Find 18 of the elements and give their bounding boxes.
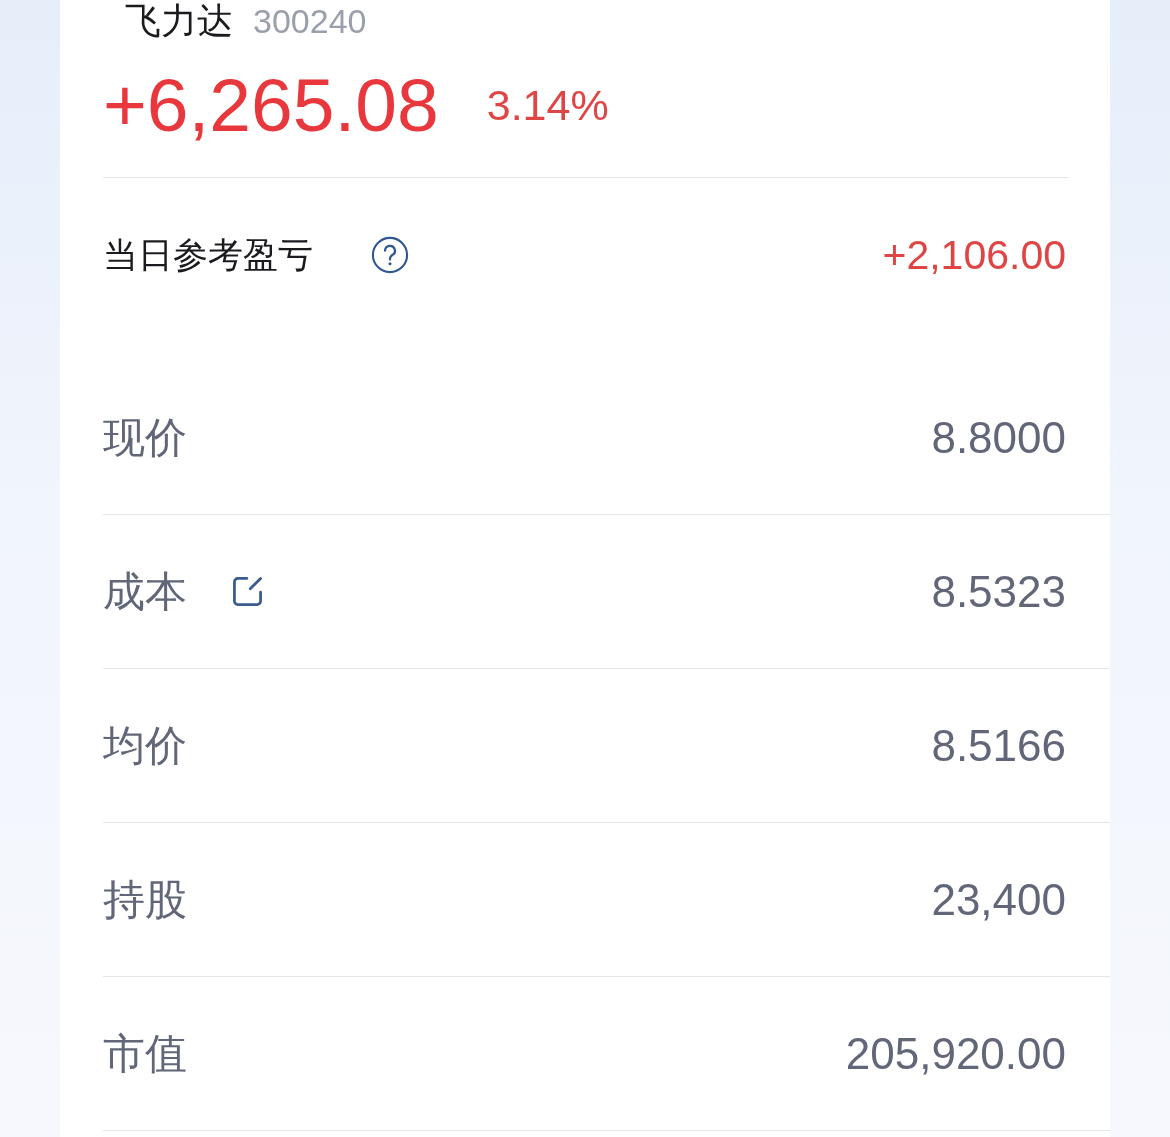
detail-label: 现价 [103, 413, 187, 462]
detail-label: 市值 [103, 1029, 187, 1078]
detail-label: 均价 [103, 721, 187, 770]
help-icon[interactable] [371, 236, 409, 274]
detail-label: 成本 [103, 567, 187, 616]
detail-value: 23,400 [931, 875, 1066, 924]
detail-value: 8.8000 [931, 413, 1066, 462]
detail-label: 持股 [103, 875, 187, 924]
detail-value: 205,920.00 [845, 1029, 1066, 1078]
stock-name: 飞力达 [125, 0, 233, 42]
stock-code: 300240 [253, 1, 367, 42]
daily-profit-label: 当日参考盈亏 [103, 235, 313, 276]
detail-value: 8.5323 [931, 567, 1066, 616]
detail-value: 8.5166 [931, 721, 1066, 770]
edit-icon[interactable] [231, 575, 264, 608]
profit-percent: 3.14% [486, 80, 609, 130]
total-profit: +6,265.08 [103, 68, 439, 142]
daily-profit-value: +2,106.00 [882, 233, 1066, 277]
